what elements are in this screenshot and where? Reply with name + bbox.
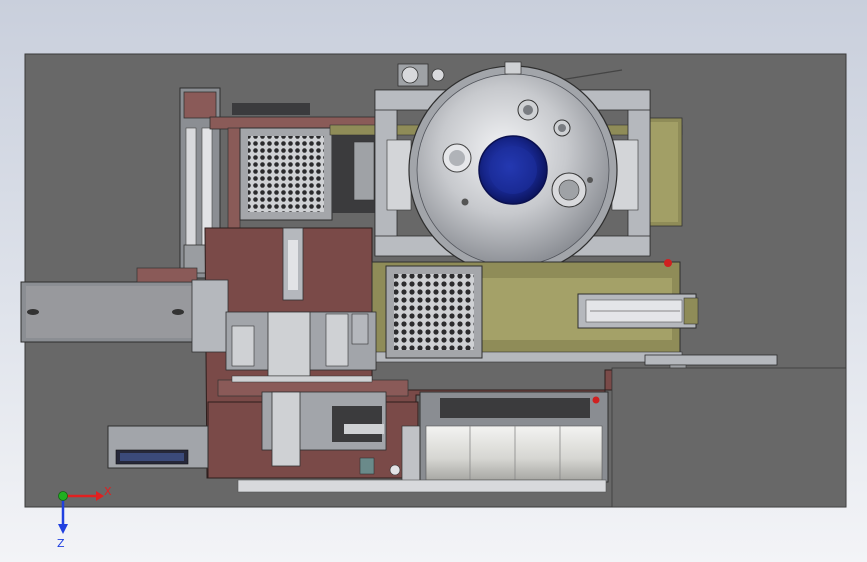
tray-upper-left bbox=[239, 127, 376, 221]
x-axis-label: X bbox=[104, 485, 112, 498]
tray-lower bbox=[385, 265, 483, 359]
z-axis-label: Z bbox=[57, 537, 65, 550]
cad-machine-top-view: X Z bbox=[20, 53, 847, 550]
y-axis-dot-icon bbox=[58, 491, 68, 501]
axis-triad: X Z bbox=[57, 485, 112, 550]
z-axis-arrow-icon bbox=[58, 524, 68, 534]
control-box bbox=[107, 425, 209, 469]
right-cylinder bbox=[577, 293, 699, 329]
right-lower-block bbox=[611, 367, 847, 508]
